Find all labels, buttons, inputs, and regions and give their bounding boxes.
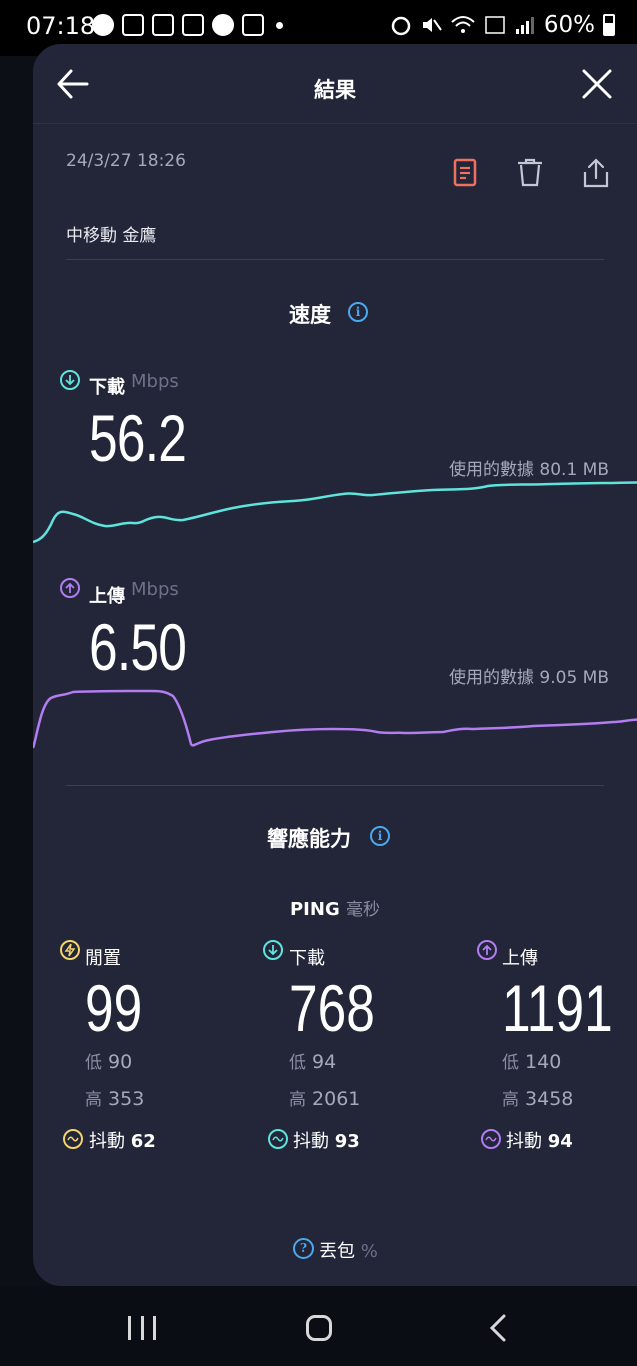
sheet-header: 結果 [33,44,637,124]
upload-speed-value: 6.50 [89,610,187,684]
divider [66,259,604,260]
wifi-icon [451,16,475,33]
upload-ping-value: 1191 [502,971,613,1045]
speed-section-title: 速度 [289,303,331,327]
do-not-disturb-icon [92,14,114,36]
upload-label: 上傳 [89,586,125,607]
upload-ping-low: 低 140 [502,1051,562,1073]
download-ping-value: 768 [289,971,375,1045]
upload-jitter-icon [481,1129,501,1149]
divider [66,785,604,786]
trash-icon[interactable] [515,157,545,189]
alarm-icon [391,16,411,36]
upload-unit: Mbps [131,579,179,600]
upload-arrow-icon [60,578,80,598]
download-ping-label: 下載 [289,948,325,969]
responsiveness-section-title: 響應能力 [267,827,351,851]
download-speed-graph [33,481,637,544]
upload-ping-label: 上傳 [502,948,538,969]
idle-jitter: 抖動 62 [89,1131,156,1152]
download-arrow-icon [60,370,80,390]
mute-icon [422,18,442,32]
line-app-icon [212,14,234,36]
back-icon[interactable] [488,1314,508,1342]
idle-icon [60,940,80,960]
packet-loss-help-icon[interactable]: ? [293,1238,314,1259]
idle-label: 閒置 [85,948,121,969]
close-icon[interactable] [579,66,615,102]
speed-info-icon[interactable]: i [348,302,368,322]
download-jitter-icon [268,1129,288,1149]
download-label: 下載 [89,377,125,398]
download-ping-high: 高 2061 [289,1088,361,1110]
idle-high: 高 353 [85,1088,145,1110]
recent-apps-icon[interactable] [128,1316,156,1340]
status-time: 07:18 [26,12,96,40]
packet-loss-unit: % [360,1241,378,1262]
share-icon[interactable] [581,157,611,189]
calendar-icon [182,14,204,36]
app-notification-icon [122,14,144,36]
upload-speed-graph [33,689,637,749]
carrier-name: 中移動 金鷹 [66,226,157,246]
download-speed-value: 56.2 [89,401,187,475]
notification-icons [92,14,283,36]
result-datetime: 24/3/27 18:26 [66,151,186,171]
download-ping-low: 低 94 [289,1051,337,1073]
ping-unit: 毫秒 [346,900,380,920]
system-navigation-bar [0,1286,637,1366]
download-unit: Mbps [131,371,179,392]
upload-jitter: 抖動 94 [506,1131,573,1152]
upload-ping-high: 高 3458 [502,1088,574,1110]
download-ping-icon [263,940,283,960]
responsiveness-info-icon[interactable]: i [370,826,390,846]
more-notifications-dot [276,21,283,29]
ping-label: PING [289,899,340,920]
volte-icon [485,16,505,34]
packet-loss: 丟包 % [319,1237,378,1263]
instagram-icon [242,14,264,36]
ping-title: PING 毫秒 [33,895,637,920]
battery-percent: 60% [543,12,595,38]
download-jitter: 抖動 93 [293,1131,360,1152]
packet-loss-label: 丟包 [319,1241,355,1262]
battery-icon [603,14,615,36]
idle-jitter-icon [63,1129,83,1149]
system-icons: 60% [390,12,615,38]
weather-icon [152,14,174,36]
page-title: 結果 [314,78,356,102]
signal-icon [515,17,534,34]
idle-low: 低 90 [85,1051,133,1073]
document-icon[interactable] [451,157,481,189]
idle-ping-value: 99 [85,971,143,1045]
home-icon[interactable] [306,1315,332,1341]
result-sheet: 結果 24/3/27 18:26 中移動 金鷹 速度 i 下載 Mbps 56.… [33,44,637,1286]
upload-ping-icon [477,940,497,960]
